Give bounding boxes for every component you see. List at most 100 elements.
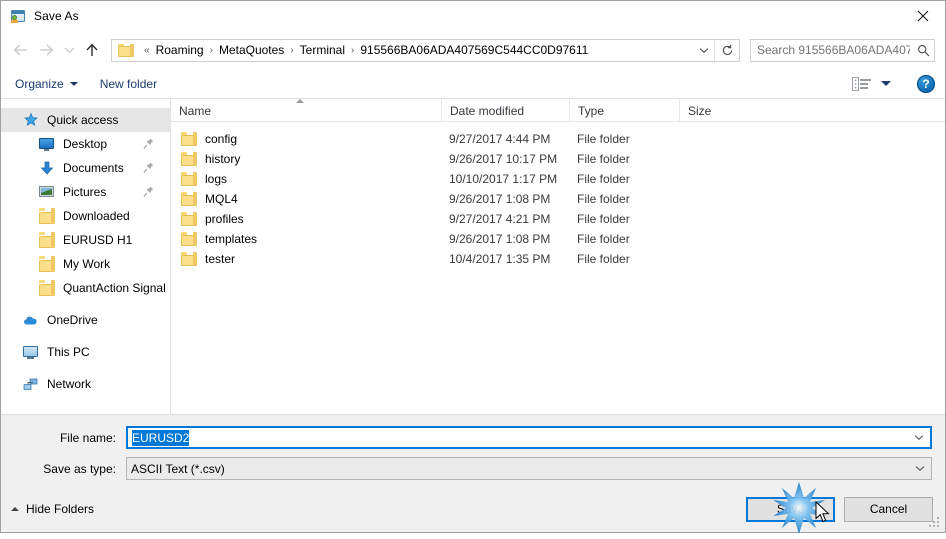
sidebar-item-onedrive[interactable]: OneDrive <box>1 308 170 332</box>
forward-icon[interactable] <box>33 37 59 63</box>
table-row[interactable]: templates 9/26/2017 1:08 PM File folder <box>171 229 945 249</box>
organize-label: Organize <box>15 76 64 91</box>
table-row[interactable]: config 9/27/2017 4:44 PM File folder <box>171 129 945 149</box>
chevron-up-icon <box>11 507 19 511</box>
documents-icon <box>39 160 55 176</box>
table-row[interactable]: MQL4 9/26/2017 1:08 PM File folder <box>171 189 945 209</box>
organize-button[interactable]: Organize <box>15 77 78 91</box>
file-name: config <box>205 132 238 146</box>
column-headers: Name Date modified Type Size <box>171 99 945 122</box>
cancel-button[interactable]: Cancel <box>844 496 933 522</box>
pin-icon[interactable] <box>143 186 154 198</box>
file-date: 9/26/2017 1:08 PM <box>449 192 551 206</box>
sidebar-item-my-work[interactable]: My Work <box>1 252 170 276</box>
filetype-chevron-down-icon[interactable] <box>909 458 931 479</box>
filetype-select[interactable]: ASCII Text (*.csv) <box>126 457 932 480</box>
folder-icon <box>39 232 55 248</box>
sidebar-item-documents[interactable]: Documents <box>1 156 170 180</box>
file-name: MQL4 <box>205 192 238 206</box>
file-type: File folder <box>577 132 630 146</box>
this-pc-icon <box>23 344 39 360</box>
window-title: Save As <box>34 9 79 23</box>
sidebar-item-downloaded[interactable]: Downloaded <box>1 204 170 228</box>
pin-icon[interactable] <box>143 138 154 150</box>
back-icon[interactable] <box>7 37 33 63</box>
filename-chevron-down-icon[interactable] <box>908 428 930 447</box>
view-layout-icon[interactable] <box>851 76 873 92</box>
file-type: File folder <box>577 232 630 246</box>
save-as-app-icon <box>10 8 26 24</box>
table-row[interactable]: logs 10/10/2017 1:17 PM File folder <box>171 169 945 189</box>
save-button[interactable]: Save <box>746 496 835 522</box>
network-icon <box>23 376 39 392</box>
sidebar-item-this-pc[interactable]: This PC <box>1 340 170 364</box>
file-date: 10/10/2017 1:17 PM <box>449 172 558 186</box>
breadcrumb-separator: › <box>351 44 355 56</box>
address-chevron-down-icon[interactable] <box>694 40 714 61</box>
column-header-type[interactable]: Type <box>569 99 679 121</box>
dialog-body: Quick access Desktop Documents Pictures … <box>1 99 945 414</box>
breadcrumb-item-terminal[interactable]: Terminal <box>299 43 346 57</box>
sidebar-item-quantaction-signal[interactable]: QuantAction Signal <box>1 276 170 300</box>
filetype-row: Save as type: ASCII Text (*.csv) <box>14 457 932 480</box>
column-header-name[interactable]: Name <box>179 99 441 121</box>
new-folder-label: New folder <box>99 76 158 91</box>
breadcrumb-item-roaming[interactable]: Roaming <box>155 43 205 57</box>
file-date: 9/26/2017 1:08 PM <box>449 232 551 246</box>
search-input[interactable] <box>751 43 912 57</box>
file-date: 10/4/2017 1:35 PM <box>449 252 551 266</box>
sidebar-item-label: EURUSD H1 <box>63 233 133 247</box>
address-bar[interactable]: « Roaming › MetaQuotes › Terminal › 9155… <box>111 38 740 62</box>
sidebar-item-desktop[interactable]: Desktop <box>1 132 170 156</box>
breadcrumb-item-metaquotes[interactable]: MetaQuotes <box>218 43 285 57</box>
file-type: File folder <box>577 252 630 266</box>
table-row[interactable]: profiles 9/27/2017 4:21 PM File folder <box>171 209 945 229</box>
sidebar-item-label: Quick access <box>47 113 119 127</box>
folder-icon <box>39 256 55 272</box>
file-name: logs <box>205 172 228 186</box>
close-icon[interactable] <box>900 1 945 30</box>
breadcrumb-separator: › <box>209 44 213 56</box>
recent-locations-chevron-down-icon[interactable] <box>59 37 79 63</box>
file-date: 9/26/2017 10:17 PM <box>449 152 558 166</box>
new-folder-button[interactable]: New folder <box>100 77 157 91</box>
sidebar-item-label: Documents <box>63 161 124 175</box>
folder-icon <box>181 152 197 166</box>
column-header-date-modified[interactable]: Date modified <box>441 99 569 121</box>
table-row[interactable]: tester 10/4/2017 1:35 PM File folder <box>171 249 945 269</box>
file-date: 9/27/2017 4:21 PM <box>449 212 551 226</box>
column-header-size[interactable]: Size <box>679 99 761 121</box>
filename-value-wrap: EURUSD2 <box>128 429 908 446</box>
file-type: File folder <box>577 172 630 186</box>
sidebar-item-pictures[interactable]: Pictures <box>1 180 170 204</box>
table-row[interactable]: history 9/26/2017 10:17 PM File folder <box>171 149 945 169</box>
folder-icon <box>181 172 197 186</box>
folder-icon <box>181 212 197 226</box>
folder-icon <box>39 280 55 296</box>
hide-folders-label: Hide Folders <box>26 502 95 516</box>
folder-icon <box>181 192 197 206</box>
file-rows: config 9/27/2017 4:44 PM File folder his… <box>171 122 945 269</box>
dialog-footer: Hide Folders Save Cancel <box>1 486 945 532</box>
sidebar-item-eurusd-h1[interactable]: EURUSD H1 <box>1 228 170 252</box>
breadcrumb-overflow[interactable]: « <box>139 45 155 56</box>
sidebar-item-network[interactable]: Network <box>1 372 170 396</box>
breadcrumb-item-guid[interactable]: 915566BA06ADA407569C544CC0D97611 <box>359 43 589 57</box>
view-chevron-down-icon[interactable] <box>881 81 891 86</box>
filename-row: File name: EURUSD2 <box>14 426 932 449</box>
hide-folders-button[interactable]: Hide Folders <box>11 502 94 516</box>
file-type: File folder <box>577 192 630 206</box>
title-bar: Save As <box>1 1 945 31</box>
folder-icon <box>118 43 134 57</box>
search-box[interactable] <box>750 38 935 62</box>
up-icon[interactable] <box>79 37 105 63</box>
sidebar-item-quick-access[interactable]: Quick access <box>1 108 170 132</box>
help-button[interactable]: ? <box>917 74 935 93</box>
file-type: File folder <box>577 152 630 166</box>
sidebar-item-label: QuantAction Signal <box>63 281 166 295</box>
refresh-icon[interactable] <box>714 39 739 61</box>
filename-input[interactable]: EURUSD2 <box>126 426 932 449</box>
pin-icon[interactable] <box>143 162 154 174</box>
resize-grip-icon[interactable] <box>929 517 941 529</box>
onedrive-icon <box>23 312 39 328</box>
